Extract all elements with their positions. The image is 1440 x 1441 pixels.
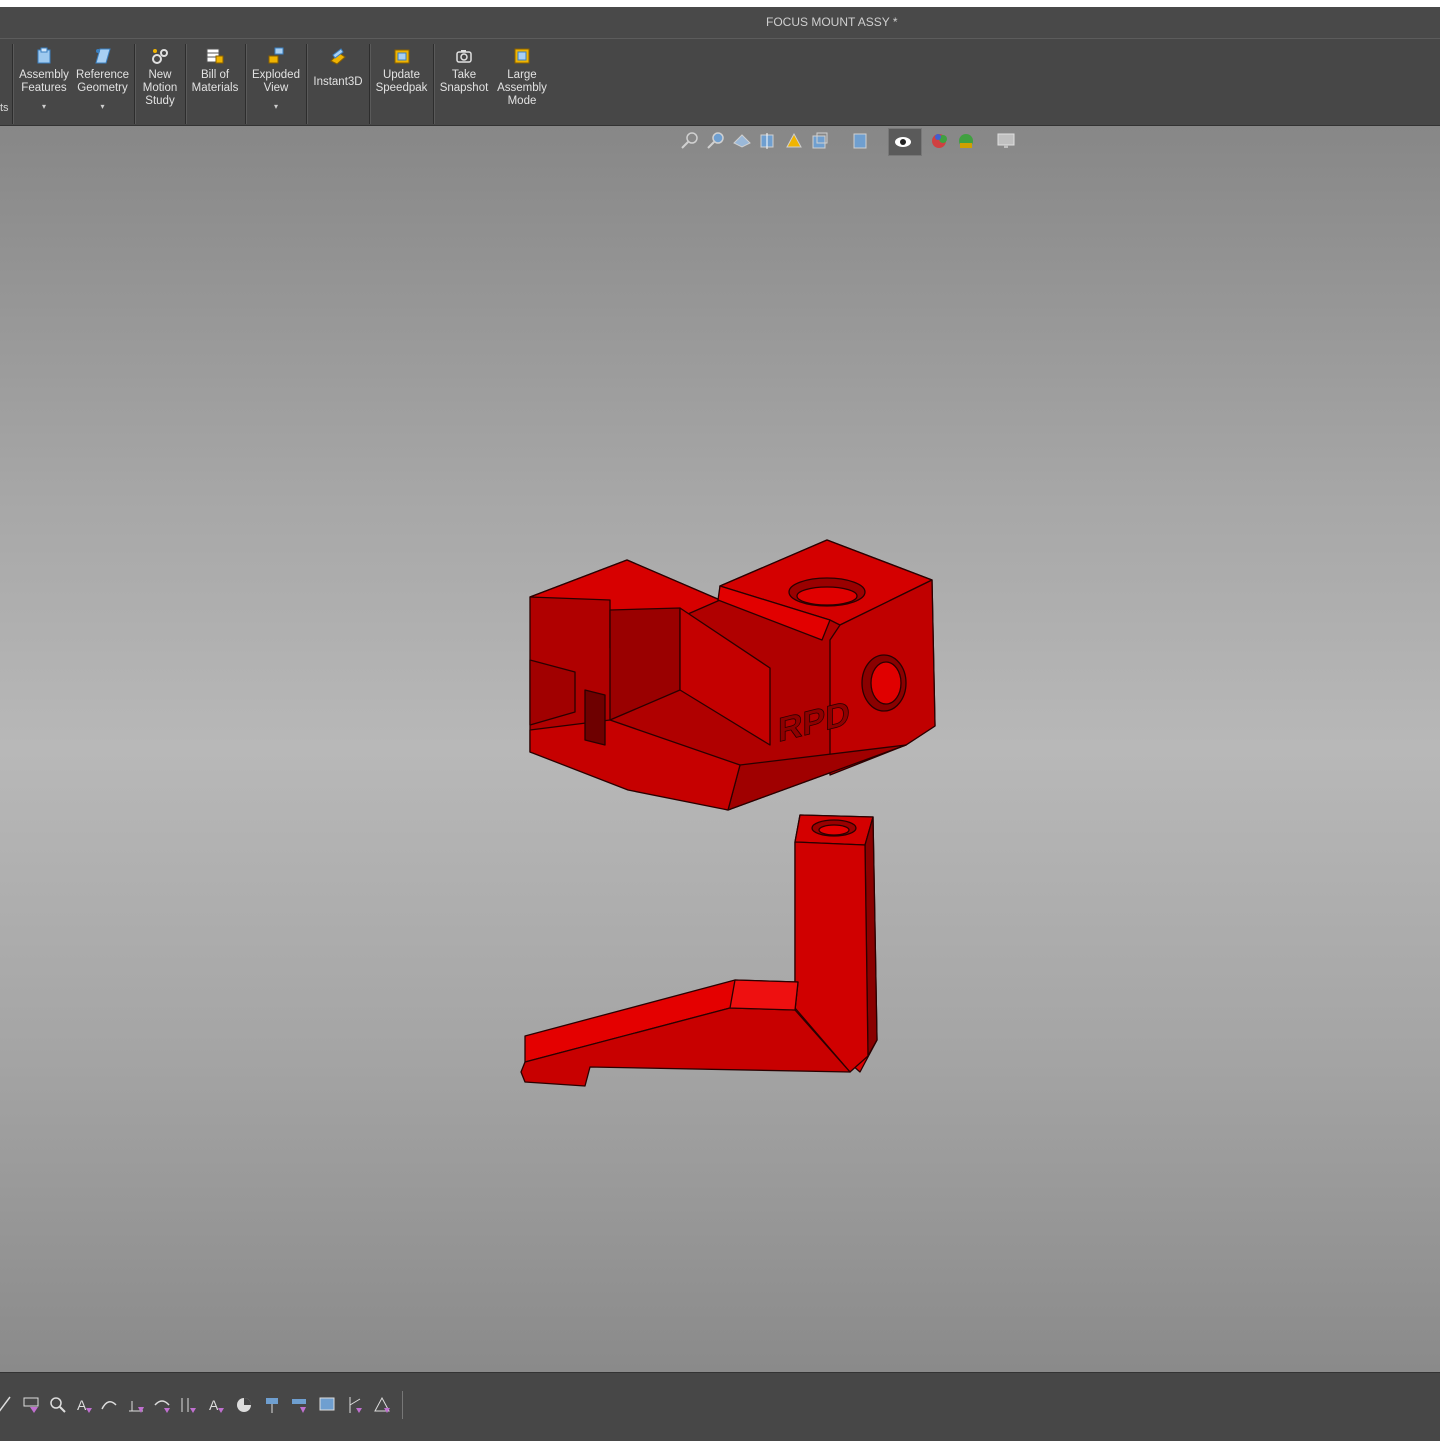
motion-study-icon (152, 49, 168, 64)
view-settings-icon[interactable] (996, 131, 1016, 151)
toolbar-separator (402, 1391, 403, 1419)
ribbon-separator (245, 44, 247, 124)
exploded-view-dropdown[interactable]: ▾ (274, 100, 278, 113)
edit-appearance-icon[interactable] (930, 131, 950, 151)
svg-text:A: A (209, 1397, 219, 1413)
ribbon-separator (185, 44, 187, 124)
focus-mount-body[interactable] (529, 539, 936, 811)
instant3d-label: Instant3D (313, 76, 363, 88)
annotation-toolbar: A A (0, 1372, 1440, 1441)
instant3d-button[interactable]: Instant3D (311, 47, 365, 121)
large-assembly-mode-label: Large Assembly Mode (497, 69, 547, 107)
instant3d-icon (330, 48, 346, 65)
centerline-icon[interactable] (318, 1395, 338, 1415)
ribbon-separator (306, 44, 308, 124)
bill-of-materials-button[interactable]: Bill of Materials (190, 47, 240, 121)
reference-geometry-button[interactable]: Reference Geometry ▾ (75, 47, 130, 121)
clipped-ribbon-label: ts (0, 102, 9, 114)
assembly-model[interactable]: RPD (0, 126, 1440, 1372)
revision-symbol-icon[interactable] (372, 1395, 392, 1415)
display-style-icon[interactable] (850, 131, 870, 151)
exploded-view-icon (268, 47, 284, 64)
assembly-features-icon (37, 47, 51, 64)
hide-show-items-button[interactable] (888, 128, 922, 156)
balloon-icon[interactable] (100, 1395, 120, 1415)
weld-symbol-icon[interactable] (178, 1395, 198, 1415)
window-top-strip (0, 0, 1440, 7)
exploded-view-button[interactable]: Exploded View ▾ (250, 47, 302, 121)
title-bar: FOCUS MOUNT ASSY * (0, 7, 1440, 39)
bill-of-materials-label: Bill of Materials (191, 69, 239, 94)
apply-scene-icon[interactable] (956, 131, 976, 151)
take-snapshot-label: Take Snapshot (439, 69, 489, 94)
ribbon-separator (134, 44, 136, 124)
reference-geometry-label: Reference Geometry (75, 69, 130, 94)
datum-target-icon[interactable] (234, 1395, 254, 1415)
assembly-features-button[interactable]: Assembly Features ▾ (18, 47, 70, 121)
large-assembly-mode-button[interactable]: Large Assembly Mode (496, 47, 548, 121)
spell-checker-icon[interactable] (48, 1395, 68, 1415)
previous-view-icon[interactable] (732, 131, 752, 151)
ribbon-separator (433, 44, 435, 124)
auto-balloon-icon[interactable] (126, 1395, 146, 1415)
section-view-icon[interactable] (758, 131, 778, 151)
take-snapshot-button[interactable]: Take Snapshot (438, 47, 490, 121)
datum-feature-icon[interactable]: A (206, 1395, 226, 1415)
geometric-tolerance-icon[interactable] (262, 1395, 282, 1415)
zoom-to-area-icon[interactable] (706, 131, 726, 151)
view-orientation-icon[interactable] (810, 131, 830, 151)
reference-geometry-icon (94, 48, 111, 64)
surface-finish-icon[interactable] (152, 1395, 172, 1415)
update-speedpak-label: Update Speedpak (375, 69, 428, 94)
note-icon[interactable]: A (74, 1395, 94, 1415)
speedpak-icon (394, 49, 409, 64)
window-title: FOCUS MOUNT ASSY * (766, 15, 898, 29)
model-items-icon[interactable] (22, 1395, 42, 1415)
hole-callout-icon[interactable] (346, 1395, 366, 1415)
new-motion-study-label: New Motion Study (142, 69, 178, 107)
ribbon-separator (12, 44, 14, 124)
large-assembly-icon (514, 48, 530, 64)
focus-bracket[interactable] (520, 814, 878, 1087)
zoom-to-fit-icon[interactable] (680, 131, 700, 151)
bill-of-materials-icon (206, 48, 224, 64)
hide-show-items-icon (895, 137, 911, 147)
ribbon-separator (369, 44, 371, 124)
exploded-view-label: Exploded View (252, 69, 300, 94)
smart-dimension-icon[interactable] (0, 1395, 16, 1415)
svg-text:A: A (77, 1397, 87, 1413)
center-mark-icon[interactable] (290, 1395, 310, 1415)
command-manager-ribbon: ts Assembly Features ▾ Reference Geometr… (0, 39, 1440, 126)
camera-icon (456, 50, 472, 63)
update-speedpak-button[interactable]: Update Speedpak (374, 47, 429, 121)
reference-geometry-dropdown[interactable]: ▾ (100, 100, 104, 113)
dynamic-annotation-icon[interactable] (784, 131, 804, 151)
assembly-features-dropdown[interactable]: ▾ (42, 100, 46, 113)
assembly-features-label: Assembly Features (19, 69, 69, 94)
graphics-area[interactable]: RPD (0, 126, 1440, 1372)
new-motion-study-button[interactable]: New Motion Study (139, 47, 181, 121)
